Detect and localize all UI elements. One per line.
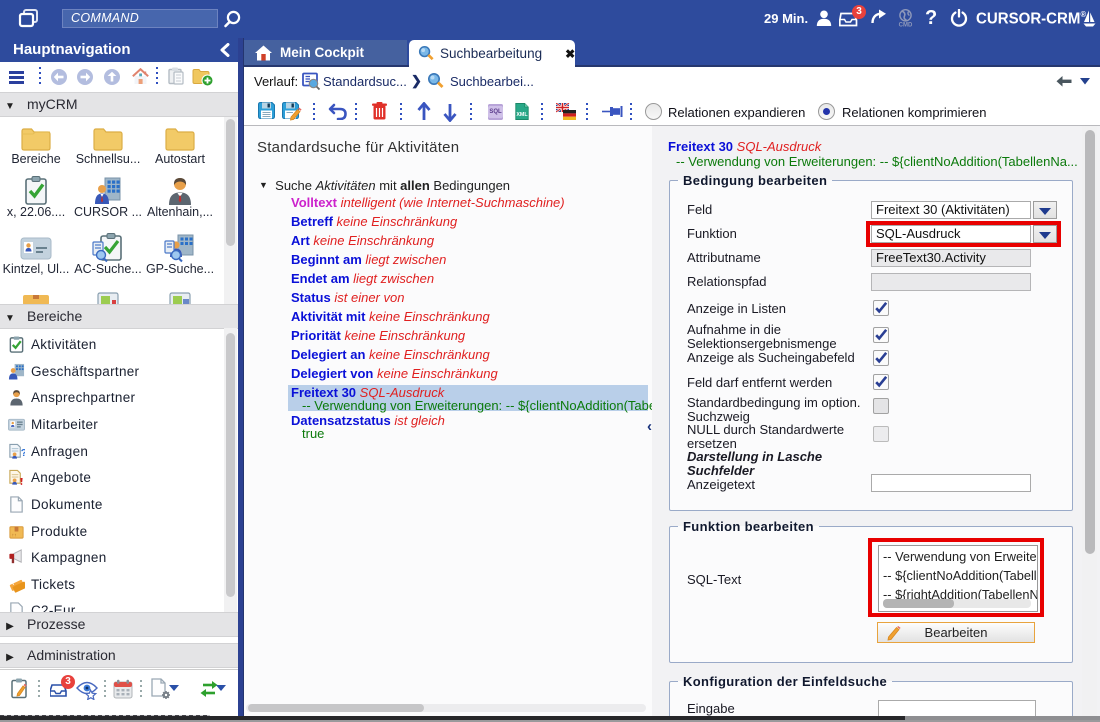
svg-text:XML: XML — [516, 112, 528, 118]
svg-text:?: ? — [21, 448, 25, 459]
svg-text:↑↑: ↑↑ — [12, 534, 17, 539]
svg-text:CMD: CMD — [899, 23, 913, 28]
